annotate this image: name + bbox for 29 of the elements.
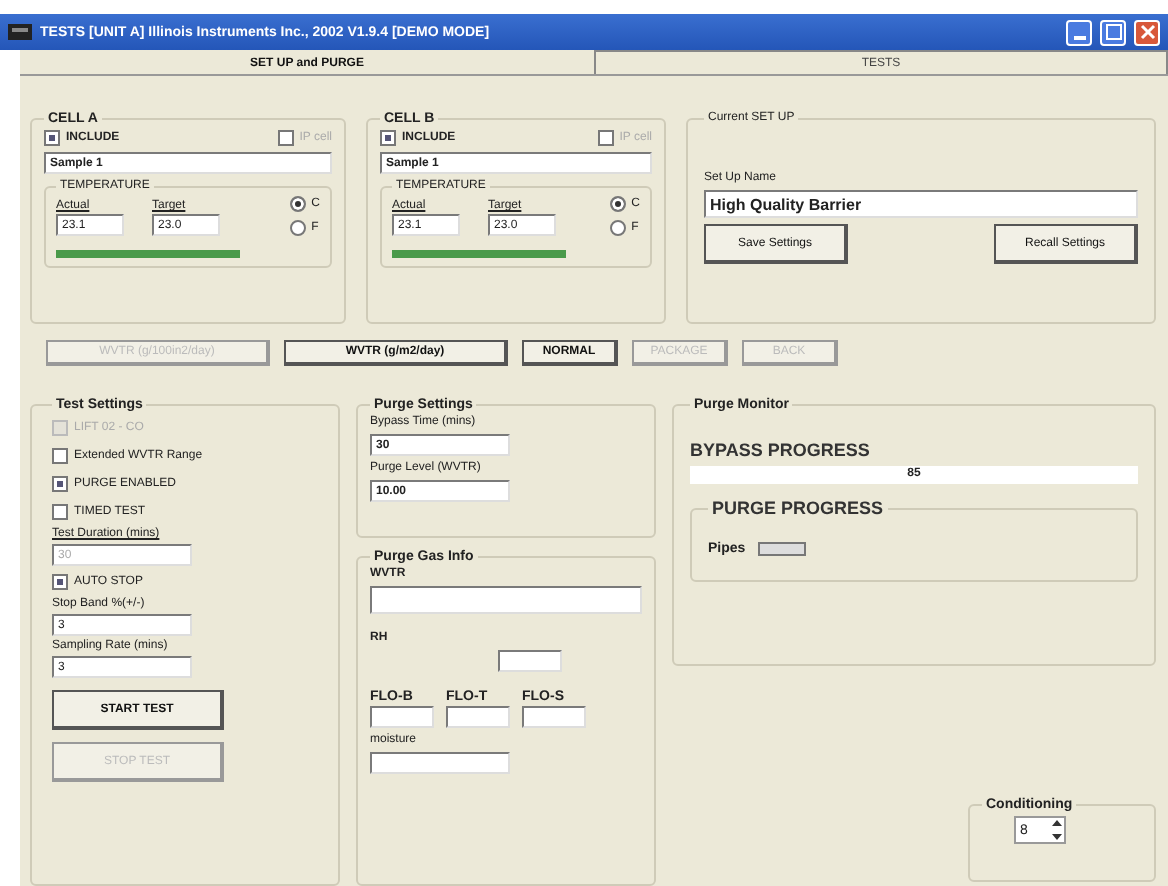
checkbox[interactable] bbox=[52, 448, 68, 464]
input-field[interactable] bbox=[370, 752, 510, 774]
progress-title: BYPASS PROGRESS bbox=[690, 440, 872, 460]
spin-arrows-icon bbox=[1050, 818, 1064, 842]
group-title: PURGE PROGRESS bbox=[710, 498, 886, 518]
checkbox[interactable] bbox=[52, 504, 68, 520]
checkbox[interactable] bbox=[44, 130, 60, 146]
input-field[interactable] bbox=[498, 650, 562, 672]
checkbox[interactable] bbox=[52, 476, 68, 492]
input-field[interactable] bbox=[522, 706, 586, 728]
input-field[interactable] bbox=[446, 706, 510, 728]
minimize-button[interactable] bbox=[1066, 19, 1092, 45]
maximize-icon bbox=[1105, 24, 1121, 40]
radio-button[interactable] bbox=[609, 196, 626, 212]
checkbox[interactable] bbox=[52, 574, 68, 590]
checkbox[interactable] bbox=[380, 130, 396, 146]
radio-button[interactable] bbox=[289, 196, 306, 212]
app-icon bbox=[8, 22, 32, 42]
checkbox[interactable] bbox=[277, 130, 294, 146]
close-icon bbox=[1139, 24, 1155, 40]
radio-button[interactable] bbox=[609, 220, 626, 236]
close-button[interactable] bbox=[1134, 19, 1160, 45]
radio-button[interactable] bbox=[289, 220, 306, 236]
maximize-button[interactable] bbox=[1100, 19, 1126, 45]
input-field[interactable] bbox=[370, 586, 642, 614]
checkbox[interactable] bbox=[597, 130, 614, 146]
indicator-light bbox=[757, 542, 806, 556]
input-field[interactable] bbox=[370, 706, 434, 728]
input-field[interactable]: High Quality Barrier bbox=[704, 190, 1138, 218]
